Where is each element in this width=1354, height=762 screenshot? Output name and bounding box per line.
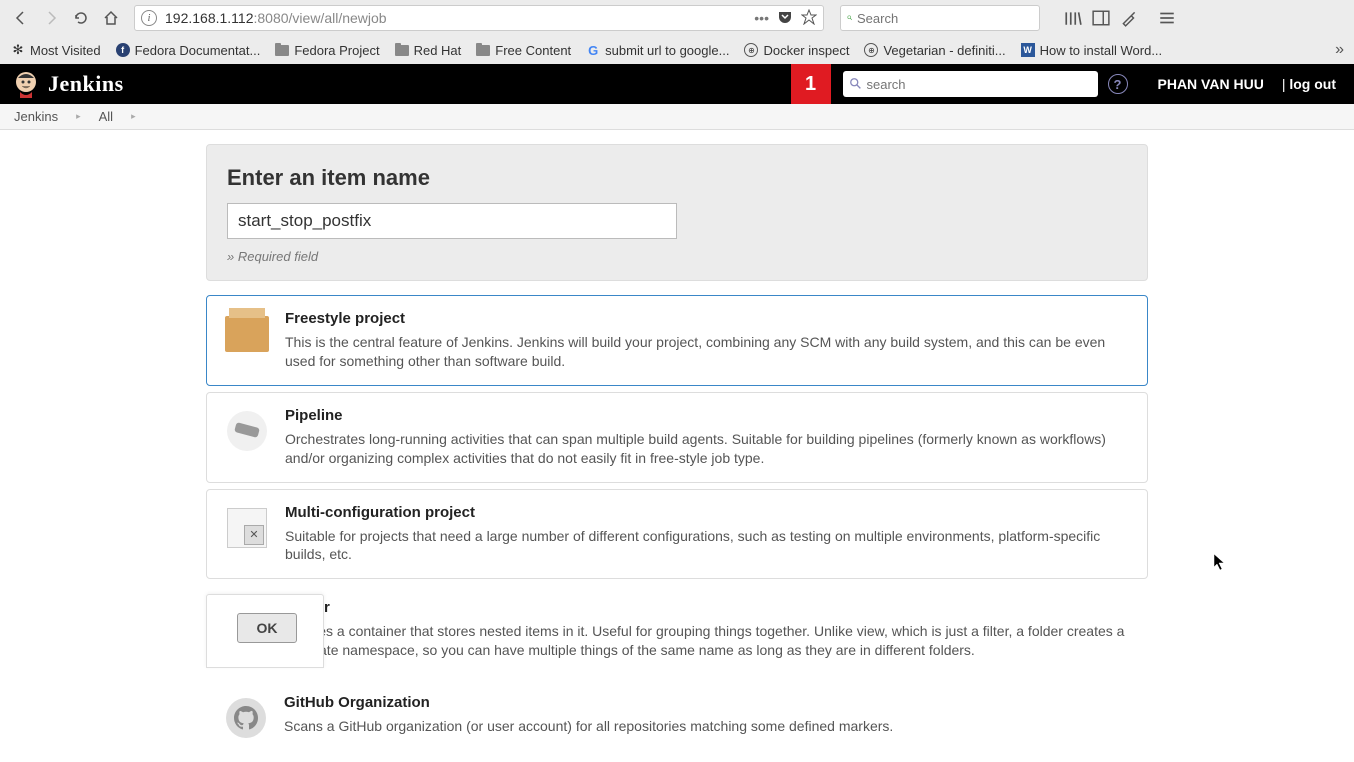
bookmark-most-visited[interactable]: ✻ Most Visited	[10, 42, 101, 58]
forward-button[interactable]	[38, 5, 64, 31]
job-type-freestyle[interactable]: Freestyle project This is the central fe…	[206, 295, 1148, 386]
folder-icon	[475, 42, 491, 58]
job-type-desc: Suitable for projects that need a large …	[285, 527, 1131, 565]
folder-icon	[274, 42, 290, 58]
job-type-title: GitHub Organization	[284, 694, 1132, 711]
bookmark-label: Docker inspect	[763, 43, 849, 58]
gear-icon: ✻	[10, 42, 26, 58]
multi-config-icon	[223, 504, 271, 552]
bookmark-label: Free Content	[495, 43, 571, 58]
breadcrumb: Jenkins ▸ All ▸	[0, 104, 1354, 130]
bookmark-label: Most Visited	[30, 43, 101, 58]
globe-icon: ⊕	[863, 42, 879, 58]
bookmark-star-icon[interactable]	[801, 9, 817, 28]
bookmark-label: How to install Word...	[1040, 43, 1163, 58]
reload-button[interactable]	[68, 5, 94, 31]
job-type-title: Multi-configuration project	[285, 504, 1131, 521]
browser-search-box[interactable]	[840, 5, 1040, 31]
ok-button[interactable]: OK	[237, 613, 297, 643]
back-button[interactable]	[8, 5, 34, 31]
notification-badge[interactable]: 1	[791, 64, 831, 104]
menu-icon[interactable]	[1158, 9, 1176, 27]
eyedropper-icon[interactable]	[1120, 9, 1138, 27]
job-type-github-org[interactable]: GitHub Organization Scans a GitHub organ…	[206, 680, 1148, 756]
bookmarks-bar: ✻ Most Visited f Fedora Documentat... Fe…	[0, 36, 1354, 64]
jenkins-search-box[interactable]	[843, 71, 1098, 97]
jenkins-header: Jenkins 1 ? PHAN VAN HUU log out	[0, 64, 1354, 104]
breadcrumb-separator-icon: ▸	[76, 111, 81, 122]
bookmark-label: submit url to google...	[605, 43, 729, 58]
jenkins-mascot-icon	[10, 68, 42, 100]
logout-link[interactable]: log out	[1282, 76, 1336, 92]
bookmark-fedora-doc[interactable]: f Fedora Documentat...	[115, 42, 261, 58]
job-type-folder[interactable]: Folder Creates a container that stores n…	[206, 585, 1148, 674]
pipeline-icon	[223, 407, 271, 455]
job-type-desc: This is the central feature of Jenkins. …	[285, 333, 1131, 371]
jenkins-search-input[interactable]	[867, 77, 1092, 92]
breadcrumb-all[interactable]: All	[99, 109, 113, 124]
job-type-multi-config[interactable]: Multi-configuration project Suitable for…	[206, 489, 1148, 580]
submit-panel: OK	[206, 594, 324, 668]
bookmark-fedora-project[interactable]: Fedora Project	[274, 42, 379, 58]
bookmark-google-submit[interactable]: G submit url to google...	[585, 42, 729, 58]
bookmarks-overflow-icon[interactable]: »	[1335, 41, 1344, 59]
job-type-title: Folder	[284, 599, 1132, 616]
jenkins-logo[interactable]: Jenkins	[0, 68, 134, 100]
job-type-desc: Orchestrates long-running activities tha…	[285, 430, 1131, 468]
bookmark-vegetarian[interactable]: ⊕ Vegetarian - definiti...	[863, 42, 1005, 58]
breadcrumb-jenkins[interactable]: Jenkins	[14, 109, 58, 124]
bookmark-label: Vegetarian - definiti...	[883, 43, 1005, 58]
job-type-title: Pipeline	[285, 407, 1131, 424]
bookmark-free-content[interactable]: Free Content	[475, 42, 571, 58]
item-name-panel: Enter an item name » Required field	[206, 144, 1148, 281]
page-title: Enter an item name	[227, 165, 1127, 191]
item-name-input[interactable]	[227, 203, 677, 239]
freestyle-icon	[223, 310, 271, 358]
browser-toolbar: i 192.168.1.112:8080/view/all/newjob •••	[0, 0, 1354, 36]
browser-search-input[interactable]	[857, 11, 1033, 26]
bookmark-label: Fedora Documentat...	[135, 43, 261, 58]
bookmark-docker-inspect[interactable]: ⊕ Docker inspect	[743, 42, 849, 58]
home-button[interactable]	[98, 5, 124, 31]
page-action-icon[interactable]: •••	[754, 10, 769, 26]
user-name[interactable]: PHAN VAN HUU	[1158, 76, 1264, 92]
breadcrumb-separator-icon: ▸	[131, 111, 136, 122]
github-org-icon	[222, 694, 270, 742]
url-text: 192.168.1.112:8080/view/all/newjob	[165, 10, 754, 26]
bookmark-label: Fedora Project	[294, 43, 379, 58]
bookmark-install-word[interactable]: W How to install Word...	[1020, 42, 1163, 58]
fedora-icon: f	[115, 42, 131, 58]
google-icon: G	[585, 42, 601, 58]
browser-chrome: i 192.168.1.112:8080/view/all/newjob •••	[0, 0, 1354, 64]
folder-icon	[394, 42, 410, 58]
pocket-icon[interactable]	[777, 9, 793, 28]
job-type-desc: Scans a GitHub organization (or user acc…	[284, 717, 1132, 736]
search-icon	[849, 77, 863, 91]
site-info-icon[interactable]: i	[141, 10, 157, 26]
search-icon	[847, 11, 853, 25]
required-field-note: » Required field	[227, 249, 1127, 264]
library-icon[interactable]	[1064, 9, 1082, 27]
job-type-desc: Creates a container that stores nested i…	[284, 622, 1132, 660]
job-type-pipeline[interactable]: Pipeline Orchestrates long-running activ…	[206, 392, 1148, 483]
sidebar-icon[interactable]	[1092, 9, 1110, 27]
globe-icon: ⊕	[743, 42, 759, 58]
word-icon: W	[1020, 42, 1036, 58]
bookmark-label: Red Hat	[414, 43, 462, 58]
help-icon[interactable]: ?	[1108, 74, 1128, 94]
jenkins-title: Jenkins	[48, 71, 124, 97]
url-bar[interactable]: i 192.168.1.112:8080/view/all/newjob •••	[134, 5, 824, 31]
job-type-list: Freestyle project This is the central fe…	[206, 295, 1148, 756]
bookmark-redhat[interactable]: Red Hat	[394, 42, 462, 58]
job-type-title: Freestyle project	[285, 310, 1131, 327]
main-content: Enter an item name » Required field Free…	[0, 130, 1354, 762]
